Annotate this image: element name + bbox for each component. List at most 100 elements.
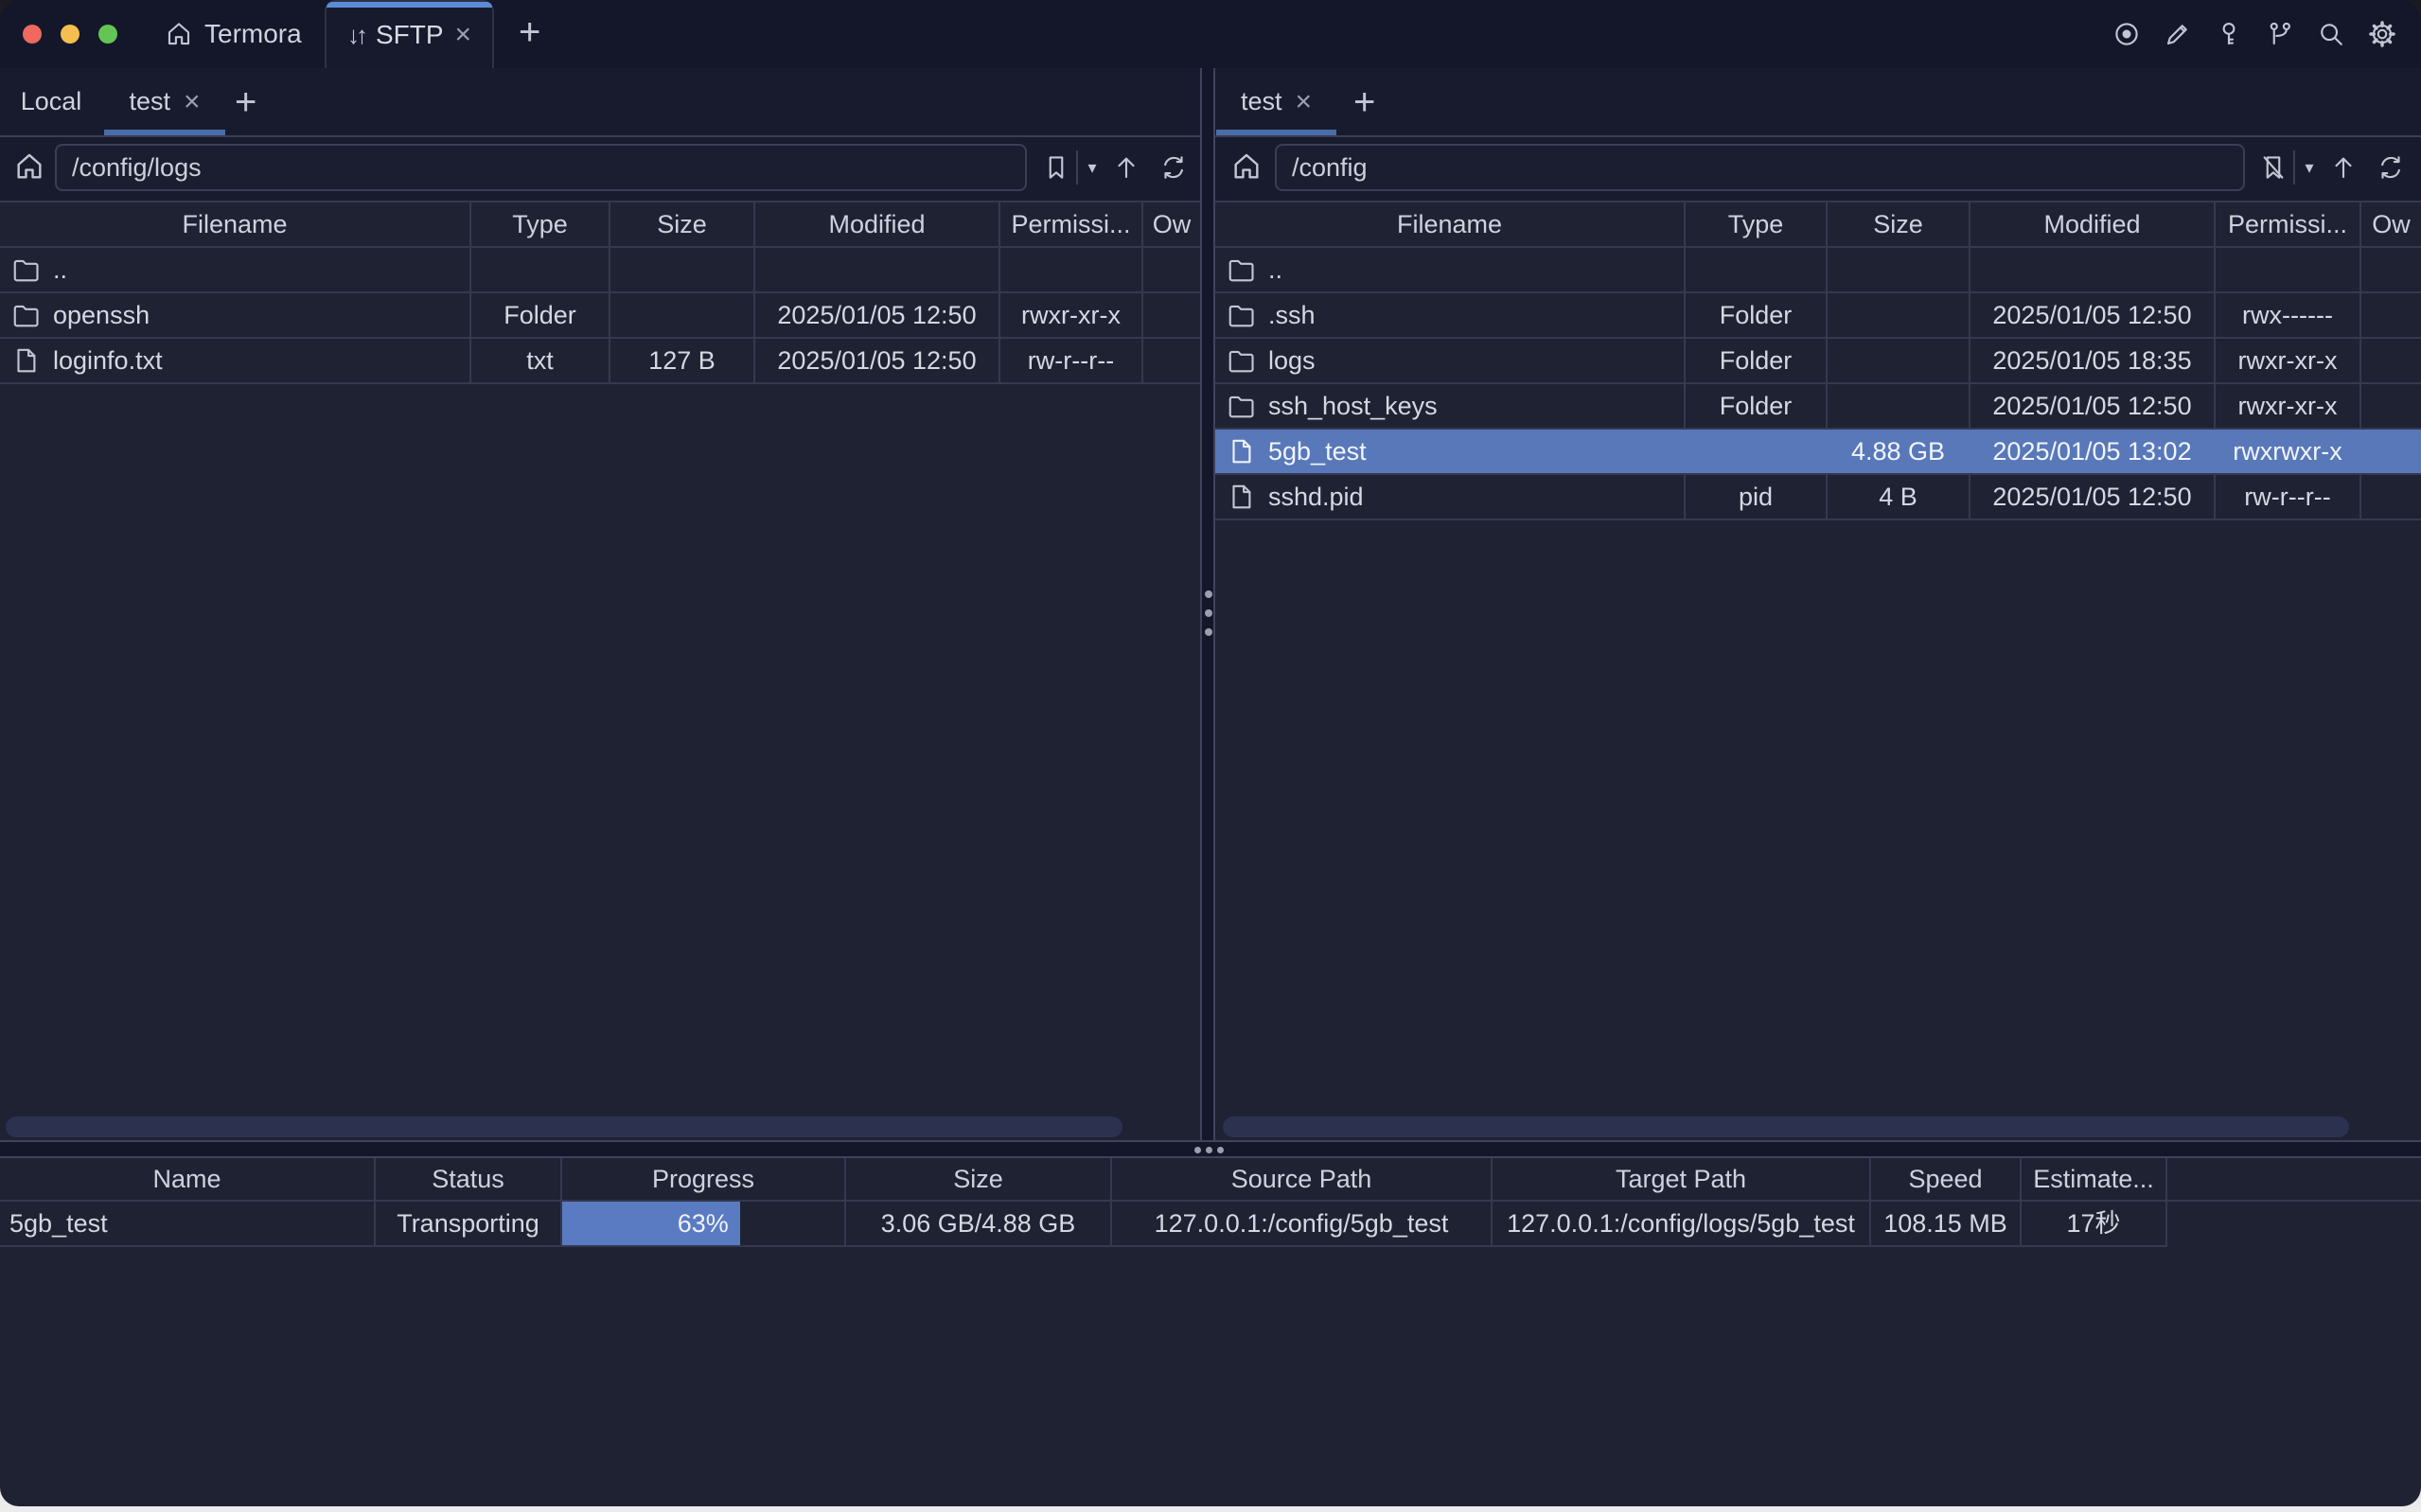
- col-estimate[interactable]: Estimate...: [2022, 1158, 2167, 1200]
- app-window: Termora ↓↑ SFTP × +: [0, 0, 2421, 1506]
- bookmark-dropdown-caret-icon[interactable]: ▾: [2296, 147, 2323, 188]
- right-pane-tabbar: test × +: [1215, 68, 2421, 137]
- go-up-icon[interactable]: [1107, 147, 1145, 188]
- file-row[interactable]: openssh Folder 2025/01/05 12:50 rwxr-xr-…: [0, 293, 1200, 339]
- bookmark-dropdown-caret-icon[interactable]: ▾: [1079, 147, 1105, 188]
- key-icon[interactable]: [2215, 20, 2243, 48]
- search-icon[interactable]: [2317, 20, 2345, 48]
- active-tab-underline: [104, 130, 225, 135]
- window-zoom-button[interactable]: [98, 25, 117, 44]
- file-row[interactable]: ..: [0, 248, 1200, 293]
- right-horizontal-scrollbar[interactable]: [1223, 1116, 2349, 1137]
- transfer-row[interactable]: 5gb_test Transporting 63% 3.06 GB/4.88 G…: [0, 1202, 2421, 1247]
- tab-sftp[interactable]: ↓↑ SFTP ×: [325, 0, 494, 68]
- file-name: sshd.pid: [1268, 475, 1364, 519]
- tab-close-icon[interactable]: ×: [1296, 88, 1313, 116]
- col-speed[interactable]: Speed: [1871, 1158, 2022, 1200]
- refresh-icon[interactable]: [1155, 147, 1193, 188]
- file-name: 5gb_test: [1268, 430, 1367, 473]
- transfer-speed: 108.15 MB: [1871, 1202, 2022, 1245]
- right-path-input[interactable]: /config: [1275, 144, 2245, 191]
- home-icon[interactable]: [13, 150, 45, 183]
- left-path-input[interactable]: /config/logs: [55, 144, 1027, 191]
- col-type[interactable]: Type: [1686, 202, 1828, 246]
- git-branch-icon[interactable]: [2266, 20, 2294, 48]
- file-row[interactable]: logs Folder 2025/01/05 18:35 rwxr-xr-x: [1215, 339, 2421, 384]
- file-row[interactable]: ..: [1215, 248, 2421, 293]
- transfer-arrows-icon: ↓↑: [347, 21, 364, 50]
- home-icon[interactable]: [1230, 150, 1263, 183]
- col-source-path[interactable]: Source Path: [1112, 1158, 1493, 1200]
- col-size[interactable]: Size: [846, 1158, 1112, 1200]
- file-name: openssh: [53, 293, 150, 337]
- right-new-tab-button[interactable]: +: [1353, 83, 1375, 121]
- left-path-value: /config/logs: [72, 153, 202, 183]
- file-row[interactable]: .ssh Folder 2025/01/05 12:50 rwx------: [1215, 293, 2421, 339]
- tab-close-icon[interactable]: ×: [455, 21, 472, 49]
- tab-test-left[interactable]: test ×: [104, 68, 225, 135]
- col-permissions[interactable]: Permissi...: [2216, 202, 2361, 246]
- active-tab-underline: [1216, 130, 1336, 135]
- col-modified[interactable]: Modified: [755, 202, 1000, 246]
- col-target-path[interactable]: Target Path: [1493, 1158, 1871, 1200]
- col-name[interactable]: Name: [0, 1158, 376, 1200]
- col-owner[interactable]: Ow: [1143, 202, 1200, 246]
- file-row[interactable]: sshd.pid pid 4 B 2025/01/05 12:50 rw-r--…: [1215, 475, 2421, 520]
- window-minimize-button[interactable]: [61, 25, 80, 44]
- folder-icon: [11, 255, 40, 284]
- pane-splitter-vertical[interactable]: [1200, 68, 1215, 1140]
- col-filename[interactable]: Filename: [1215, 202, 1686, 246]
- splitter-grip-icon: [1205, 590, 1212, 647]
- left-pane-tabbar: Local test × +: [0, 68, 1200, 137]
- tab-test-right[interactable]: test ×: [1216, 68, 1336, 135]
- settings-gear-icon[interactable]: [2368, 20, 2396, 48]
- col-size[interactable]: Size: [1828, 202, 1970, 246]
- tab-close-icon[interactable]: ×: [184, 88, 201, 116]
- right-file-table: Filename Type Size Modified Permissi... …: [1215, 201, 2421, 520]
- tab-termora[interactable]: Termora: [165, 0, 302, 68]
- tab-test-left-label: test: [129, 87, 170, 116]
- transfer-splitter-horizontal[interactable]: [0, 1140, 2421, 1156]
- new-window-tab-button[interactable]: +: [519, 13, 540, 51]
- file-icon: [1227, 483, 1255, 511]
- col-permissions[interactable]: Permissi...: [1000, 202, 1143, 246]
- file-icon: [1227, 437, 1255, 466]
- record-icon[interactable]: [2112, 20, 2141, 48]
- file-row[interactable]: loginfo.txt txt 127 B 2025/01/05 12:50 r…: [0, 339, 1200, 384]
- edit-icon[interactable]: [2164, 20, 2192, 48]
- folder-icon: [11, 301, 40, 329]
- col-owner[interactable]: Ow: [2361, 202, 2421, 246]
- left-table-header: Filename Type Size Modified Permissi... …: [0, 201, 1200, 248]
- left-horizontal-scrollbar[interactable]: [6, 1116, 1122, 1137]
- tab-test-right-label: test: [1241, 87, 1282, 116]
- file-icon: [11, 346, 40, 375]
- bookmark-off-icon[interactable]: [2254, 147, 2292, 188]
- refresh-icon[interactable]: [2372, 147, 2410, 188]
- transfer-table: Name Status Progress Size Source Path Ta…: [0, 1156, 2421, 1247]
- col-size[interactable]: Size: [610, 202, 755, 246]
- transfer-status: Transporting: [376, 1202, 562, 1245]
- file-row-selected[interactable]: 5gb_test 4.88 GB 2025/01/05 13:02 rwxrwx…: [1215, 430, 2421, 475]
- col-type[interactable]: Type: [471, 202, 610, 246]
- col-modified[interactable]: Modified: [1970, 202, 2216, 246]
- transfer-estimate: 17秒: [2022, 1202, 2167, 1245]
- file-row[interactable]: ssh_host_keys Folder 2025/01/05 12:50 rw…: [1215, 384, 2421, 430]
- transfer-empty: [2167, 1202, 2421, 1247]
- tab-local[interactable]: Local: [13, 68, 89, 135]
- remote-file-pane: test × + /config ▾: [1215, 68, 2421, 1140]
- right-table-header: Filename Type Size Modified Permissi... …: [1215, 201, 2421, 248]
- file-name: .ssh: [1268, 293, 1316, 337]
- tab-termora-label: Termora: [204, 19, 302, 49]
- go-up-icon[interactable]: [2324, 147, 2362, 188]
- col-progress[interactable]: Progress: [562, 1158, 846, 1200]
- col-filename[interactable]: Filename: [0, 202, 471, 246]
- right-pathbar: /config ▾: [1215, 137, 2421, 201]
- active-tab-accent: [327, 2, 492, 8]
- transfer-progress-cell: 63%: [562, 1202, 846, 1245]
- bookmark-icon[interactable]: [1037, 147, 1075, 188]
- left-new-tab-button[interactable]: +: [235, 83, 256, 121]
- local-file-pane: Local test × + /config/logs ▾: [0, 68, 1200, 1140]
- splitter-grip-icon: [1194, 1147, 1224, 1153]
- window-close-button[interactable]: [23, 25, 42, 44]
- col-status[interactable]: Status: [376, 1158, 562, 1200]
